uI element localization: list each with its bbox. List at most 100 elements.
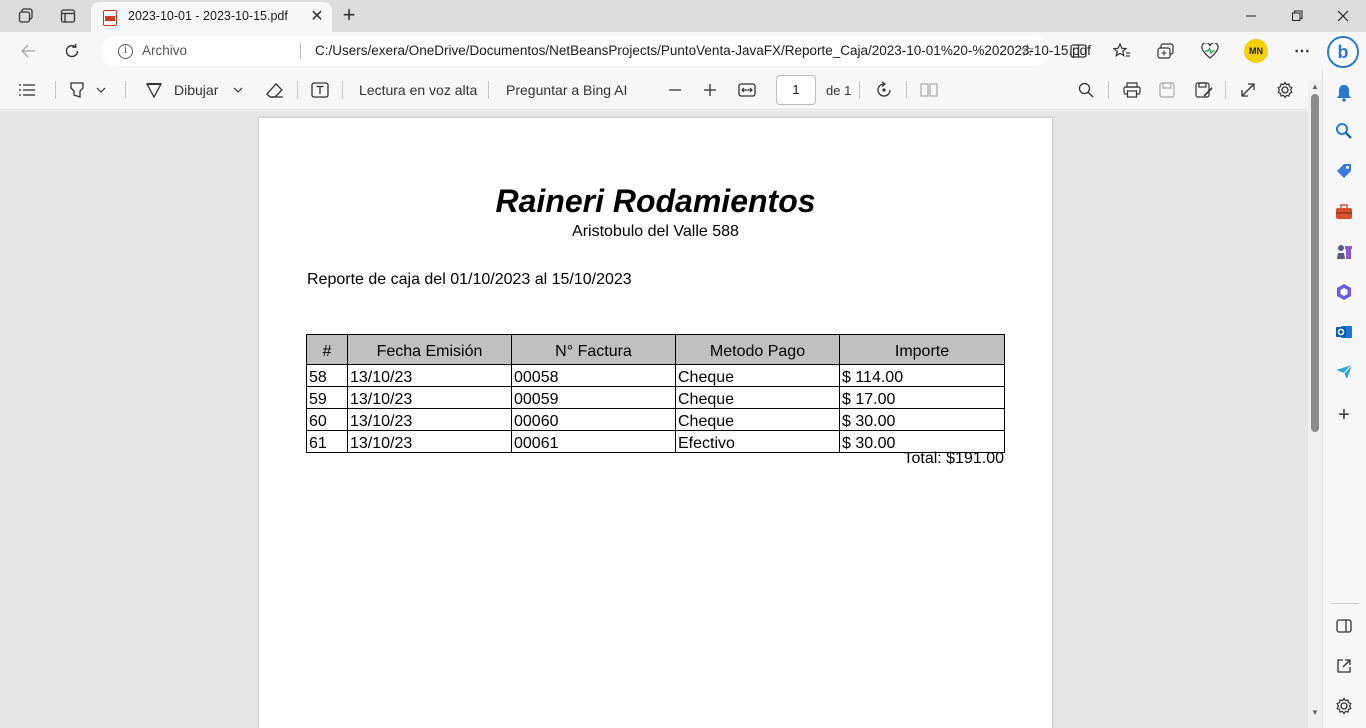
cell-number: 58 [306,364,348,387]
zoom-in-icon[interactable] [703,80,717,100]
toolbar-divider [297,81,298,99]
close-window-button[interactable] [1320,4,1366,28]
toolbar-divider [859,81,860,99]
tab-active[interactable]: 2023-10-01 - 2023-10-15.pdf ✕ [91,2,332,32]
sidebar-divider [1331,603,1359,604]
tab-title: 2023-10-01 - 2023-10-15.pdf [128,9,288,23]
outlook-icon[interactable] [1333,321,1355,343]
page-total-label: de 1 [826,82,852,98]
cell-number: 60 [306,408,348,431]
add-text-icon[interactable] [311,80,329,100]
settings-more-icon[interactable]: ⋯ [1290,40,1314,62]
cell-payment-method: Cheque [675,386,840,409]
eraser-icon[interactable] [266,80,284,100]
notifications-bell-icon[interactable] [1333,82,1355,104]
cell-invoice: 00060 [511,408,676,431]
table-row: 60 13/10/23 00060 Cheque $ 30.00 [306,408,1005,431]
save-as-icon[interactable] [1195,80,1213,100]
site-info-icon[interactable]: i [118,44,133,59]
drop-send-icon[interactable] [1333,361,1355,383]
cell-invoice: 00059 [511,386,676,409]
report-title: Reporte de caja del 01/10/2023 al 15/10/… [307,271,632,288]
column-header: Importe [839,334,1005,365]
scroll-down-arrow-icon[interactable]: ▼ [1310,708,1320,718]
highlight-dropdown-icon[interactable] [96,80,106,100]
page-number-input[interactable]: 1 [776,75,816,105]
add-sidebar-app-icon[interactable]: + [1333,404,1355,426]
table-header-row: # Fecha Emisión N° Factura Metodo Pago I… [306,334,1005,365]
report-table: # Fecha Emisión N° Factura Metodo Pago I… [306,334,1005,453]
pdf-settings-icon[interactable] [1276,80,1294,100]
favorite-star-icon[interactable]: ☆ [1020,41,1035,61]
hide-sidebar-icon[interactable] [1333,615,1355,637]
cell-payment-method: Cheque [675,364,840,387]
shopping-tag-icon[interactable] [1333,160,1355,182]
pdf-file-icon [103,10,117,26]
workspaces-icon[interactable] [15,6,37,26]
fit-to-width-icon[interactable] [738,80,756,100]
sidebar-settings-icon[interactable] [1333,695,1355,717]
company-address: Aristobulo del Valle 588 [572,223,739,240]
address-divider [300,43,301,59]
vertical-scrollbar[interactable]: ▲ ▼ [1308,80,1322,728]
ask-bing-button[interactable]: Preguntar a Bing AI [506,80,627,100]
toolbar-divider [125,81,126,99]
restore-button[interactable] [1274,4,1320,28]
cell-date: 13/10/23 [347,408,512,431]
draw-dropdown-icon[interactable] [233,80,243,100]
search-sidebar-icon[interactable] [1333,120,1355,142]
draw-button[interactable]: Dibujar [174,80,218,100]
pdf-viewer[interactable]: Raineri Rodamientos Aristobulo del Valle… [0,111,1308,728]
url-text[interactable]: C:/Users/exera/OneDrive/Documentos/NetBe… [315,43,1091,58]
split-screen-icon[interactable] [1066,40,1090,62]
bing-copilot-icon[interactable]: b [1327,36,1359,68]
toolbar-divider [906,81,907,99]
back-icon[interactable] [16,40,40,62]
fullscreen-icon[interactable] [1240,80,1256,100]
toolbar-divider [55,81,56,99]
favorites-icon[interactable] [1110,40,1134,62]
address-bar[interactable]: i Archivo C:/Users/exera/OneDrive/Docume… [101,36,1091,66]
table-row: 59 13/10/23 00059 Cheque $ 17.00 [306,386,1005,409]
tools-briefcase-icon[interactable] [1333,201,1355,223]
cell-amount: $ 114.00 [839,364,1005,387]
column-header: N° Factura [511,334,676,365]
microsoft-365-icon[interactable] [1333,281,1355,303]
search-icon[interactable] [1078,80,1094,100]
page-view-icon[interactable] [920,80,938,100]
cell-number: 59 [306,386,348,409]
table-of-contents-icon[interactable] [18,80,36,100]
browser-essentials-icon[interactable] [1198,40,1222,62]
cell-amount: $ 17.00 [839,386,1005,409]
toolbar-divider [1108,81,1109,99]
scrollbar-thumb[interactable] [1311,94,1319,432]
refresh-icon[interactable] [60,40,84,62]
address-row: i Archivo C:/Users/exera/OneDrive/Docume… [0,32,1366,70]
tab-strip: 2023-10-01 - 2023-10-15.pdf ✕ + [0,0,1366,32]
collections-icon[interactable] [1154,40,1178,62]
read-aloud-button[interactable]: Lectura en voz alta [359,80,477,100]
toolbar-divider [488,81,489,99]
new-tab-button[interactable]: + [338,4,360,28]
cell-date: 13/10/23 [347,386,512,409]
zoom-out-icon[interactable] [668,80,682,100]
scroll-up-arrow-icon[interactable]: ▲ [1310,82,1320,92]
save-icon[interactable] [1159,80,1175,100]
table-row: 58 13/10/23 00058 Cheque $ 114.00 [306,364,1005,387]
tab-actions-icon[interactable] [57,6,79,26]
column-header: Fecha Emisión [347,334,512,365]
print-icon[interactable] [1123,80,1141,100]
toolbar-divider [1225,81,1226,99]
tab-close-icon[interactable]: ✕ [308,8,326,26]
rotate-icon[interactable] [875,80,893,100]
toolbar-divider [342,81,343,99]
profile-avatar[interactable]: MN [1244,39,1268,63]
draw-icon[interactable] [145,80,163,100]
games-chess-icon[interactable] [1333,241,1355,263]
company-name: Raineri Rodamientos [495,183,816,219]
cell-invoice: 00058 [511,364,676,387]
minimize-button[interactable] [1228,4,1274,28]
highlight-icon[interactable] [68,80,86,100]
open-external-icon[interactable] [1333,655,1355,677]
report-total: Total: $191.00 [903,450,1004,467]
